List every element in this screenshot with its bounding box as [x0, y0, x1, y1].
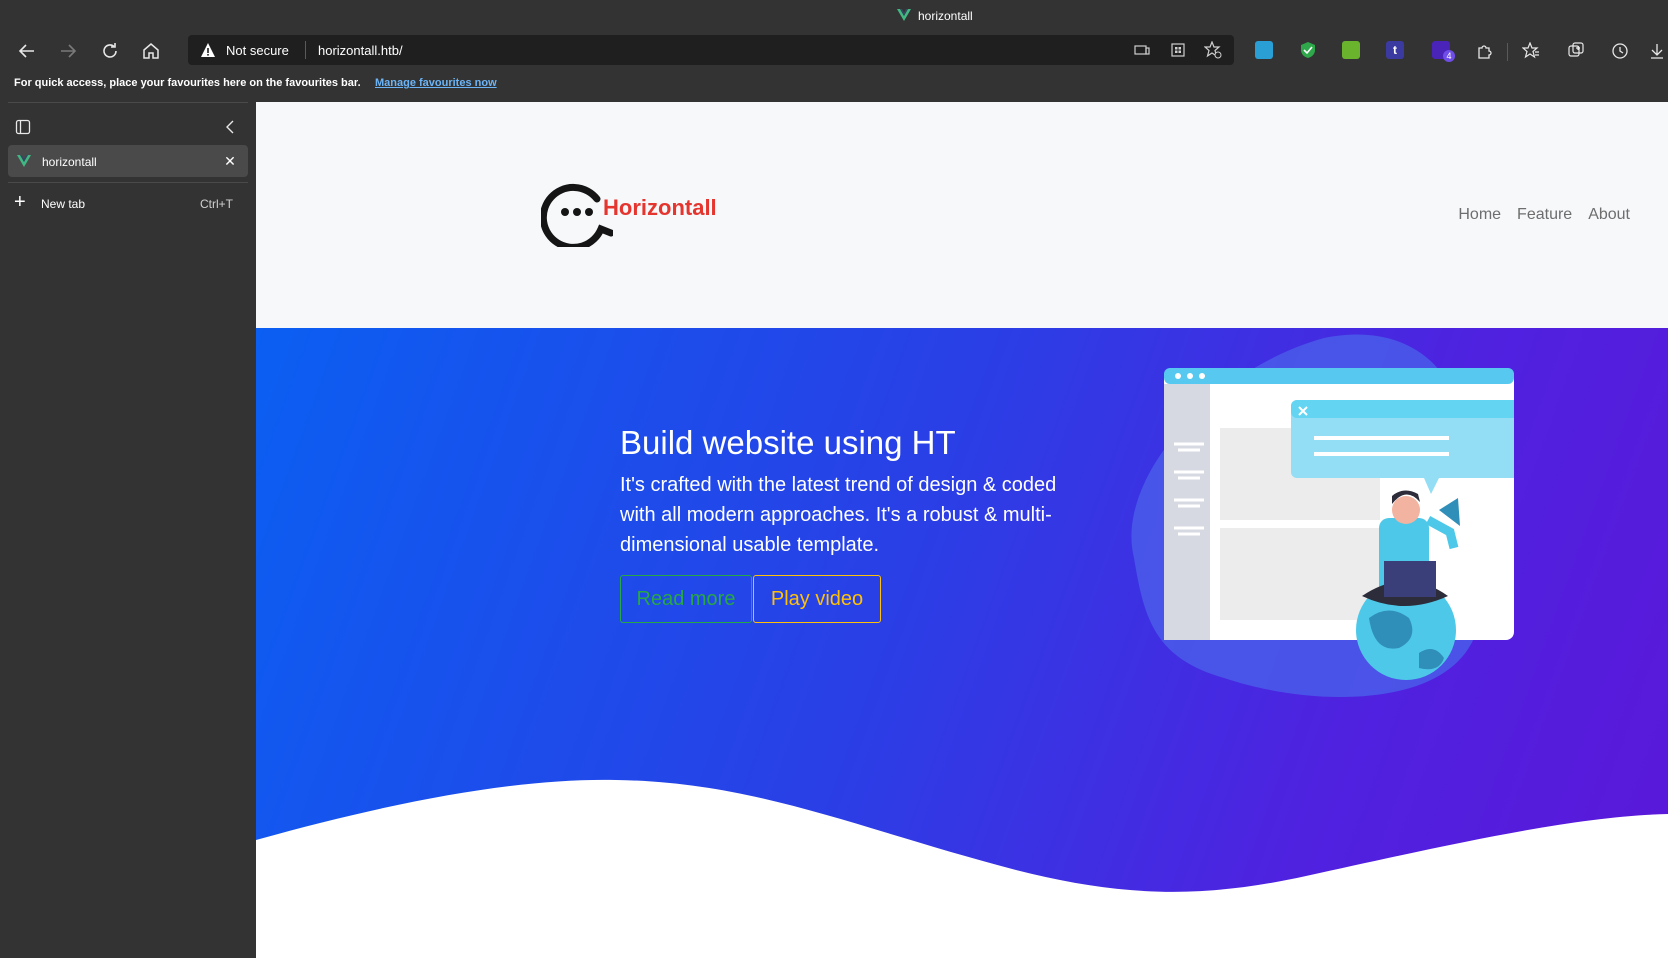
- site-nav: Home Feature About: [1458, 206, 1630, 224]
- vue-logo-icon: [17, 155, 31, 167]
- nav-about[interactable]: About: [1588, 206, 1630, 224]
- hero-title: Build website using HT: [620, 424, 956, 461]
- refresh-button[interactable]: [97, 38, 123, 64]
- close-tab-icon[interactable]: ✕: [222, 153, 238, 169]
- download-icon: [1651, 44, 1663, 59]
- extension-4-icon[interactable]: t: [1386, 41, 1404, 59]
- tab-actions-icon[interactable]: [15, 119, 31, 135]
- favourites-button[interactable]: [1518, 38, 1544, 64]
- security-status[interactable]: Not secure: [226, 43, 289, 58]
- apps-grid-icon: [1171, 43, 1185, 57]
- plus-icon[interactable]: +: [14, 192, 30, 212]
- extension-5-icon[interactable]: 4: [1432, 41, 1455, 62]
- collections-button[interactable]: [1563, 38, 1589, 64]
- vue-logo-icon: [897, 9, 911, 21]
- history-icon: [1612, 43, 1628, 59]
- new-tab-shortcut: Ctrl+T: [200, 197, 233, 211]
- sidebar-divider: [8, 182, 248, 183]
- brand-name[interactable]: Horizontall: [603, 195, 717, 221]
- sidebar-divider: [8, 102, 248, 103]
- arrow-right-icon: [61, 44, 77, 58]
- extension-3-icon[interactable]: [1342, 41, 1360, 59]
- collections-icon: [1568, 42, 1584, 57]
- favourites-bar-message: For quick access, place your favourites …: [14, 77, 361, 89]
- warning-icon: [201, 43, 215, 57]
- browser-window-topbar: [1164, 368, 1514, 384]
- address-divider: [305, 41, 306, 59]
- refresh-icon: [103, 43, 117, 58]
- web-page: Horizontall Home Feature About Build web…: [256, 102, 1668, 958]
- site-header: Horizontall Home Feature About: [256, 102, 1668, 328]
- app-available-button[interactable]: [1168, 40, 1188, 60]
- address-bar[interactable]: Not secure horizontall.htb/: [188, 35, 1234, 65]
- puzzle-icon: [1478, 45, 1492, 59]
- browser-window-sidebar: [1164, 384, 1210, 640]
- hero-description: It's crafted with the latest trend of de…: [620, 474, 1057, 556]
- back-button[interactable]: [14, 38, 40, 64]
- forward-button[interactable]: [55, 38, 81, 64]
- add-favourite-button[interactable]: [1203, 40, 1223, 60]
- nav-home[interactable]: Home: [1458, 206, 1501, 224]
- star-add-icon: [1204, 41, 1222, 59]
- play-video-button[interactable]: Play video: [753, 575, 881, 623]
- extension-1-icon[interactable]: [1255, 41, 1273, 59]
- downloads-button[interactable]: [1646, 38, 1668, 64]
- favourites-star-icon: [1522, 42, 1539, 59]
- immersive-reader-button[interactable]: [1132, 40, 1152, 60]
- reader-view-icon: [1134, 45, 1150, 55]
- window-title: horizontall: [918, 9, 973, 23]
- shield-extension-icon[interactable]: [1299, 41, 1317, 59]
- hero-illustration: [1131, 334, 1514, 698]
- extensions-button[interactable]: [1472, 38, 1498, 64]
- collapse-sidebar-icon[interactable]: [222, 118, 240, 136]
- title-bar: horizontall: [0, 0, 1668, 32]
- hero-section: Build website using HT It's crafted with…: [256, 328, 1668, 958]
- arrow-left-icon: [18, 44, 34, 58]
- vertical-tabs-sidebar: horizontall ✕ + New tab Ctrl+T: [0, 102, 256, 958]
- new-tab-button[interactable]: New tab: [41, 197, 85, 211]
- read-more-button[interactable]: Read more: [620, 575, 752, 623]
- favourites-bar: For quick access, place your favourites …: [0, 70, 1668, 102]
- extension-badge: 4: [1443, 50, 1455, 62]
- tab-horizontall[interactable]: horizontall ✕: [8, 145, 248, 177]
- url-text[interactable]: horizontall.htb/: [318, 43, 403, 58]
- home-button[interactable]: [138, 38, 164, 64]
- history-button[interactable]: [1607, 38, 1633, 64]
- toolbar-divider: [1507, 43, 1508, 61]
- nav-feature[interactable]: Feature: [1517, 206, 1572, 224]
- wave-divider-shape: [256, 779, 1668, 958]
- browser-toolbar: Not secure horizontall.htb/ t 4: [0, 32, 1668, 70]
- tab-label: horizontall: [42, 155, 97, 169]
- home-icon: [143, 43, 159, 59]
- manage-favourites-link[interactable]: Manage favourites now: [375, 77, 497, 89]
